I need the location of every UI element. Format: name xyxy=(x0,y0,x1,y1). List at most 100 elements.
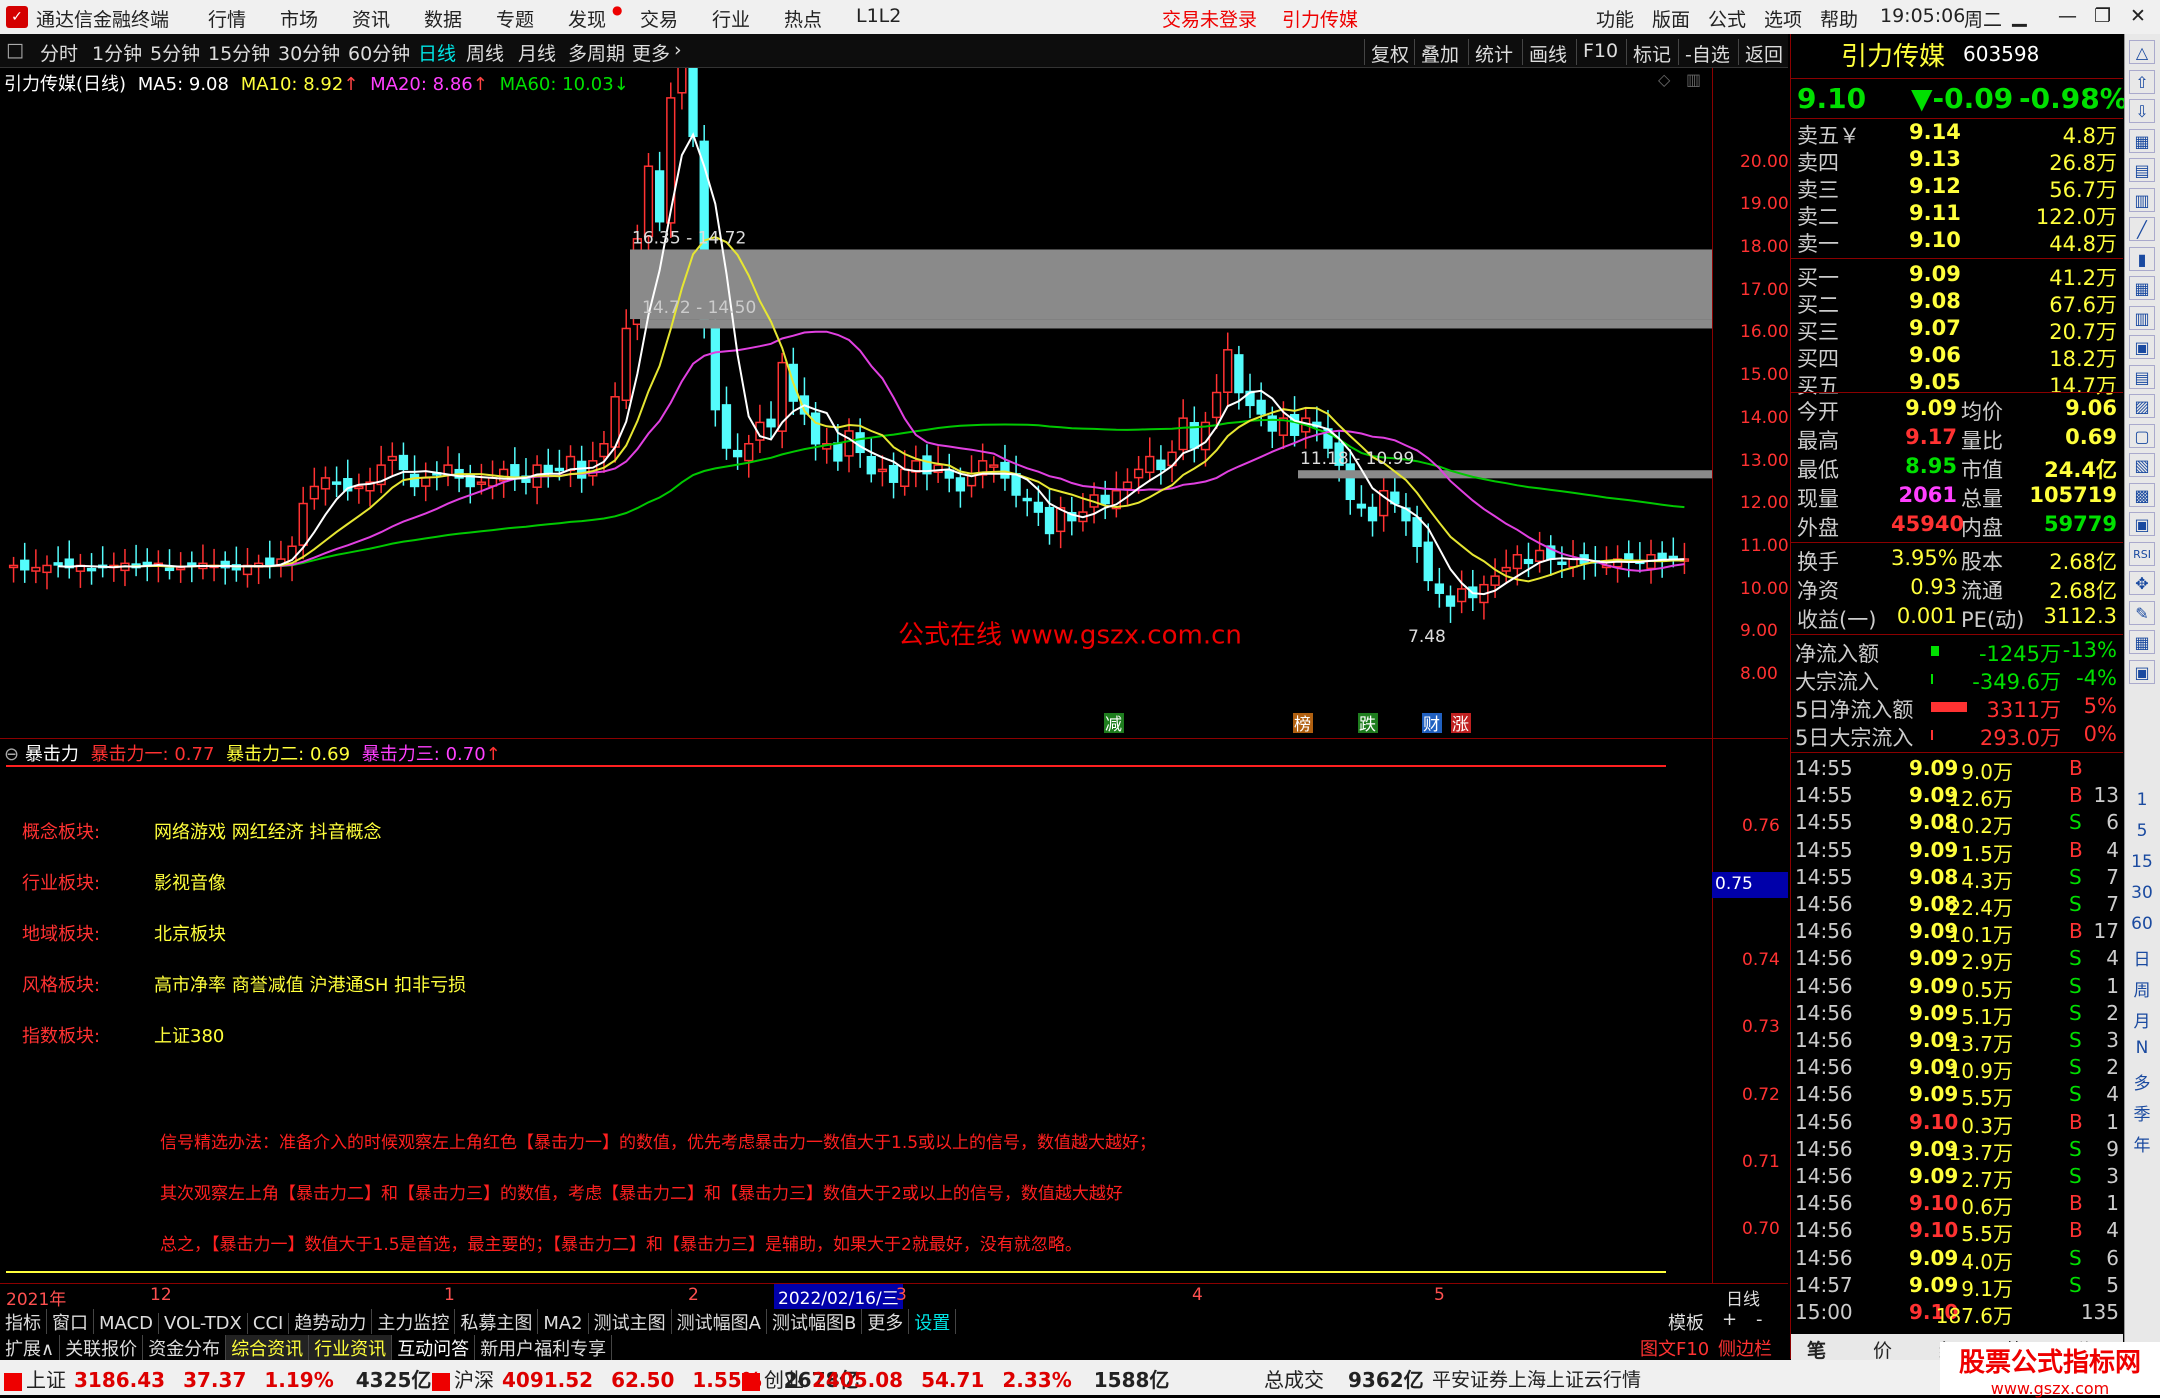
table-icon[interactable]: ▥ xyxy=(2129,187,2155,212)
period-weekly[interactable]: 周线 xyxy=(466,39,504,66)
trade-login-notice[interactable]: 交易未登录 xyxy=(1162,5,1257,32)
info-tab[interactable]: 互动问答 xyxy=(392,1335,476,1361)
period-shortcut[interactable]: 月 xyxy=(2125,1007,2159,1032)
bar-icon[interactable]: ▮ xyxy=(2129,246,2155,271)
period-monthly[interactable]: 月线 xyxy=(518,39,556,66)
list-icon[interactable]: ▤ xyxy=(2129,158,2155,182)
indicator-tab[interactable]: 窗口 xyxy=(47,1309,94,1335)
rsi-icon[interactable]: RSI xyxy=(2129,541,2155,566)
chart-area[interactable]: 引力传媒(日线) MA5: 9.08 MA10: 8.92↑ MA20: 8.8… xyxy=(0,68,1712,1306)
menu-l1l2[interactable]: L1L2 xyxy=(856,5,901,27)
indicator-tab[interactable]: 私募主图 xyxy=(455,1309,539,1335)
tick-panel-tab[interactable]: 价 xyxy=(1873,1336,1892,1363)
layout-icon[interactable]: ▦ xyxy=(2129,630,2155,654)
btn-stats[interactable]: 统计 xyxy=(1468,39,1519,66)
period-multi[interactable]: 多周期 xyxy=(568,39,625,66)
period-shortcut[interactable]: 多 xyxy=(2125,1069,2159,1094)
chevron-right-icon[interactable]: › xyxy=(674,39,682,61)
calc-icon[interactable]: ▣ xyxy=(2129,512,2155,536)
period-shortcut[interactable]: 1 xyxy=(2125,790,2159,810)
f10-icon[interactable]: ▣ xyxy=(2129,335,2155,359)
menu-layout[interactable]: 版面 xyxy=(1652,5,1690,32)
bars-icon[interactable]: ▥ xyxy=(2129,305,2155,330)
info-tab[interactable]: 关联报价 xyxy=(60,1335,144,1361)
menu-help[interactable]: 帮助 xyxy=(1820,5,1858,32)
minimize-mini-icon[interactable]: ▁ xyxy=(2012,5,2027,27)
kline-icon[interactable]: ▦ xyxy=(2129,276,2155,300)
period-shortcut[interactable]: 日 xyxy=(2125,945,2159,970)
tick-panel-tab[interactable]: 笔 xyxy=(1807,1336,1826,1363)
period-intraday[interactable]: 分时 xyxy=(40,39,78,66)
close-icon[interactable]: ✕ xyxy=(2130,5,2146,27)
menu-function[interactable]: 功能 xyxy=(1596,5,1634,32)
indicator-tab[interactable]: MACD xyxy=(94,1313,159,1334)
period-shortcut[interactable]: 15 xyxy=(2125,852,2159,872)
indicator-tab[interactable]: VOL-TDX xyxy=(159,1313,248,1334)
chart-icon[interactable]: ▨ xyxy=(2129,394,2155,418)
period-shortcut[interactable]: 60 xyxy=(2125,914,2159,934)
remove-pane-button[interactable]: - xyxy=(1756,1309,1763,1330)
page-down-icon[interactable]: ⇩ xyxy=(2129,99,2155,123)
btn-remove-watch[interactable]: -自选 xyxy=(1678,39,1736,66)
menu-exchange[interactable]: 市场 xyxy=(280,5,318,32)
menu-market[interactable]: 行情 xyxy=(208,5,246,32)
menu-formula[interactable]: 公式 xyxy=(1708,5,1746,32)
period-15min[interactable]: 15分钟 xyxy=(208,39,270,66)
period-shortcut[interactable]: 5 xyxy=(2125,821,2159,841)
menu-trade[interactable]: 交易 xyxy=(640,5,678,32)
indicator-tab[interactable]: 指标 xyxy=(0,1309,47,1335)
period-30min[interactable]: 30分钟 xyxy=(278,39,340,66)
period-shortcut[interactable]: 周 xyxy=(2125,976,2159,1001)
indicator-tab[interactable]: 更多 xyxy=(862,1309,910,1335)
template-button[interactable]: 模板 xyxy=(1668,1309,1704,1335)
tools-icon[interactable]: ▩ xyxy=(2129,482,2155,507)
indicator-tab[interactable]: MA2 xyxy=(538,1313,589,1334)
menu-square-icon[interactable]: □ xyxy=(6,39,24,61)
period-5min[interactable]: 5分钟 xyxy=(150,39,200,66)
move-icon[interactable]: ✥ xyxy=(2129,571,2155,595)
period-more[interactable]: 更多 xyxy=(632,39,670,66)
menu-data[interactable]: 数据 xyxy=(424,5,462,32)
btn-mark[interactable]: 标记 xyxy=(1626,39,1677,66)
indicator-tab[interactable]: 主力监控 xyxy=(372,1309,456,1335)
period-1min[interactable]: 1分钟 xyxy=(92,39,142,66)
f10-button[interactable]: 图文F10 xyxy=(1640,1335,1709,1361)
btn-f10[interactable]: F10 xyxy=(1576,39,1624,65)
window-icon[interactable]: ▢ xyxy=(2129,423,2155,448)
index-quote[interactable]: 上证 3186.43 37.37 1.19% 4325亿 xyxy=(4,1364,431,1393)
page-up-icon[interactable]: ⇧ xyxy=(2129,69,2155,94)
add-pane-button[interactable]: + xyxy=(1722,1309,1737,1330)
menu-industry[interactable]: 行业 xyxy=(712,5,750,32)
indicator-tab[interactable]: 趋势动力 xyxy=(289,1309,373,1335)
indicator-tab[interactable]: CCI xyxy=(248,1313,290,1334)
grid-icon[interactable]: ▦ xyxy=(2129,128,2155,153)
menu-discover[interactable]: 发现 xyxy=(568,5,606,32)
menu-news[interactable]: 资讯 xyxy=(352,5,390,32)
indicator-tab[interactable]: 测试幅图B xyxy=(767,1309,863,1335)
info-tab[interactable]: 新用户福利专享 xyxy=(475,1335,613,1361)
indicator-tab[interactable]: 测试幅图A xyxy=(672,1309,767,1335)
chart2-icon[interactable]: ▧ xyxy=(2129,453,2155,477)
index-quote[interactable]: 创业 2405.08 54.71 2.33% 1588亿 xyxy=(742,1364,1169,1393)
up-icon[interactable]: △ xyxy=(2129,40,2155,64)
trend-icon[interactable]: ╱ xyxy=(2129,217,2155,241)
btn-adjust[interactable]: 复权 xyxy=(1364,39,1415,66)
btn-back[interactable]: 返回 xyxy=(1738,39,1789,66)
btn-draw[interactable]: 画线 xyxy=(1522,39,1573,66)
restore-icon[interactable]: ❐ xyxy=(2094,5,2111,27)
menu-hot[interactable]: 热点 xyxy=(784,5,822,32)
info-tab[interactable]: 资金分布 xyxy=(143,1335,227,1361)
period-shortcut[interactable]: 年 xyxy=(2125,1131,2159,1156)
menu-options[interactable]: 选项 xyxy=(1764,5,1802,32)
btn-overlay[interactable]: 叠加 xyxy=(1414,39,1465,66)
period-daily[interactable]: 日线 xyxy=(418,39,456,66)
info-icon[interactable]: ▤ xyxy=(2129,364,2155,389)
indicator-tab[interactable]: 测试主图 xyxy=(589,1309,672,1335)
indicator-toggle-icon[interactable]: ⊖ xyxy=(4,744,19,765)
period-shortcut[interactable]: N xyxy=(2125,1038,2159,1058)
pen-icon[interactable]: ✎ xyxy=(2129,600,2155,625)
period-shortcut[interactable]: 季 xyxy=(2125,1100,2159,1125)
info-tab[interactable]: 行业资讯 xyxy=(309,1335,393,1361)
period-60min[interactable]: 60分钟 xyxy=(348,39,410,66)
info-tab[interactable]: 综合资讯 xyxy=(226,1335,310,1361)
